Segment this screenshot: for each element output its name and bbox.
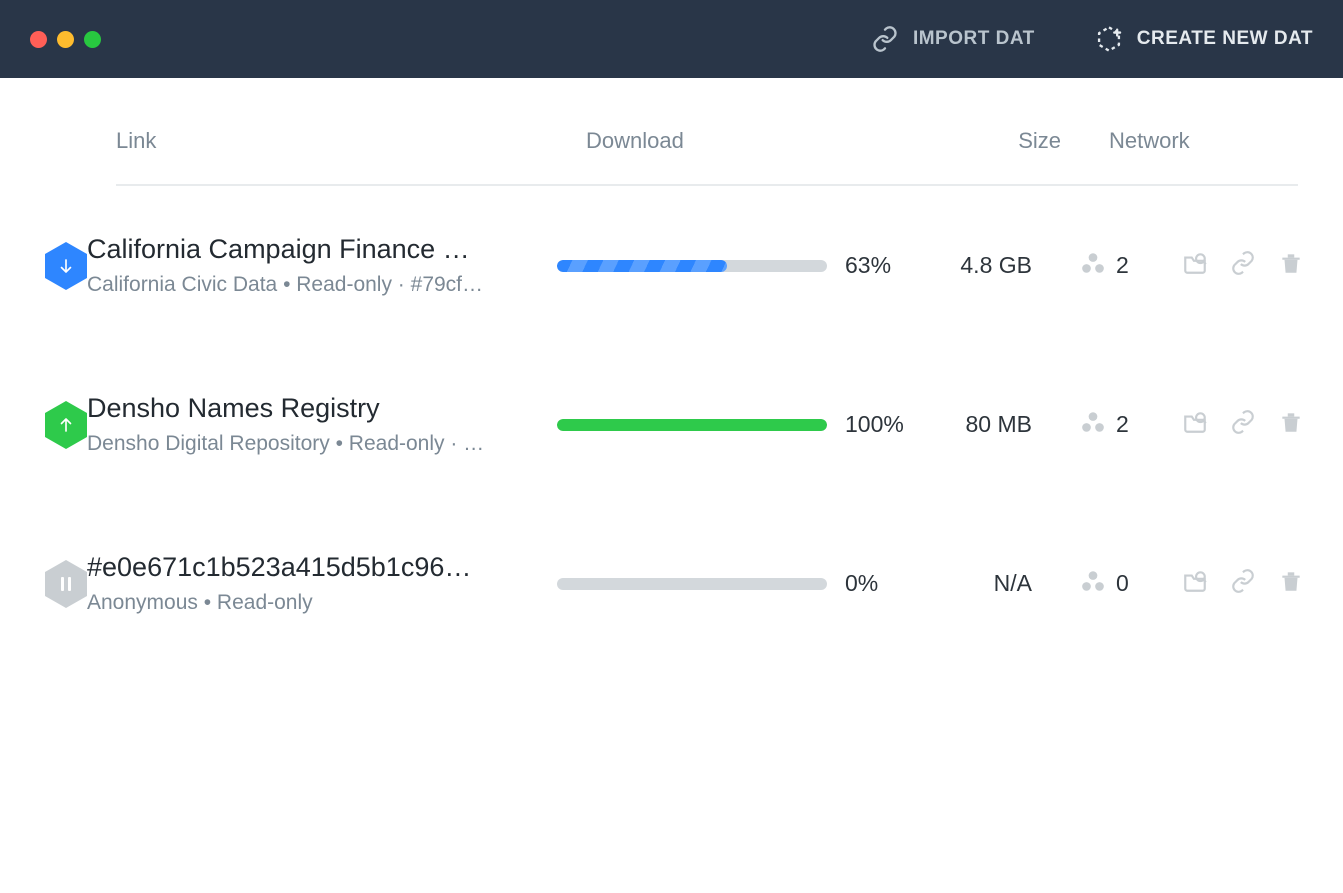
arrow-down-icon [57, 257, 75, 275]
status-hexagon[interactable] [45, 242, 87, 290]
minimize-window-button[interactable] [57, 31, 74, 48]
dat-subtitle: California Civic Data • Read-only · #79c… [87, 273, 527, 297]
hexagon-plus-icon [1095, 25, 1123, 53]
delete-button[interactable] [1278, 250, 1304, 281]
size-cell: 4.8 GB [917, 252, 1032, 279]
link-cell: #e0e671c1b523a415d5b1c96… Anonymous • Re… [87, 552, 557, 615]
open-folder-button[interactable] [1182, 409, 1208, 440]
status-hexagon[interactable] [45, 401, 87, 449]
copy-link-button[interactable] [1230, 250, 1256, 281]
table-row[interactable]: Densho Names Registry Densho Digital Rep… [0, 345, 1343, 504]
import-dat-button[interactable]: IMPORT DAT [871, 15, 1035, 63]
progress-percent: 100% [845, 411, 905, 438]
progress-bar [557, 260, 827, 272]
close-window-button[interactable] [30, 31, 47, 48]
download-cell: 63% [557, 252, 917, 279]
import-dat-label: IMPORT DAT [913, 28, 1035, 50]
progress-bar [557, 419, 827, 431]
link-cell: Densho Names Registry Densho Digital Rep… [87, 393, 557, 456]
column-header-link: Link [116, 128, 586, 154]
dat-title: Densho Names Registry [87, 393, 527, 424]
peers-icon [1080, 250, 1106, 281]
progress-bar [557, 578, 827, 590]
copy-link-button[interactable] [1230, 568, 1256, 599]
create-new-dat-button[interactable]: CREATE NEW DAT [1095, 15, 1313, 63]
network-cell: 2 [1032, 409, 1182, 440]
fullscreen-window-button[interactable] [84, 31, 101, 48]
progress-percent: 0% [845, 570, 905, 597]
titlebar: IMPORT DAT CREATE NEW DAT [0, 0, 1343, 78]
pause-icon [56, 574, 76, 594]
progress-percent: 63% [845, 252, 905, 279]
window-controls [30, 31, 101, 48]
network-cell: 0 [1032, 568, 1182, 599]
size-cell: 80 MB [917, 411, 1032, 438]
link-icon [871, 25, 899, 53]
peers-icon [1080, 409, 1106, 440]
peers-count: 2 [1116, 252, 1129, 279]
dat-subtitle: Densho Digital Repository • Read-only · … [87, 432, 527, 456]
dat-subtitle: Anonymous • Read-only [87, 591, 527, 615]
size-cell: N/A [917, 570, 1032, 597]
copy-link-button[interactable] [1230, 409, 1256, 440]
arrow-up-icon [57, 416, 75, 434]
create-new-dat-label: CREATE NEW DAT [1137, 28, 1313, 50]
row-actions [1182, 409, 1304, 440]
table-row[interactable]: #e0e671c1b523a415d5b1c96… Anonymous • Re… [0, 504, 1343, 663]
download-cell: 0% [557, 570, 917, 597]
progress-fill [557, 260, 727, 272]
delete-button[interactable] [1278, 568, 1304, 599]
open-folder-button[interactable] [1182, 250, 1208, 281]
link-cell: California Campaign Finance … California… [87, 234, 557, 297]
table-row[interactable]: California Campaign Finance … California… [0, 186, 1343, 345]
network-cell: 2 [1032, 250, 1182, 281]
peers-icon [1080, 568, 1106, 599]
progress-fill [557, 419, 827, 431]
peers-count: 0 [1116, 570, 1129, 597]
status-hexagon[interactable] [45, 560, 87, 608]
column-header-download: Download [586, 128, 946, 154]
table-header: Link Download Size Network [116, 78, 1298, 186]
column-header-network: Network [1061, 128, 1211, 154]
download-cell: 100% [557, 411, 917, 438]
column-header-size: Size [946, 128, 1061, 154]
open-folder-button[interactable] [1182, 568, 1208, 599]
dat-title: #e0e671c1b523a415d5b1c96… [87, 552, 527, 583]
dat-title: California Campaign Finance … [87, 234, 527, 265]
row-actions [1182, 250, 1304, 281]
row-actions [1182, 568, 1304, 599]
peers-count: 2 [1116, 411, 1129, 438]
delete-button[interactable] [1278, 409, 1304, 440]
